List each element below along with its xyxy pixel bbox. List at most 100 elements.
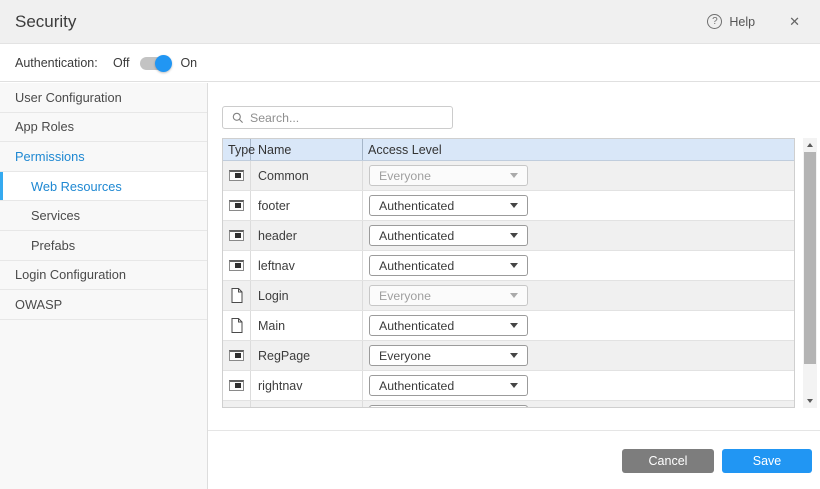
table-row-partial	[223, 401, 794, 408]
access-level-select[interactable]: Everyone	[369, 345, 528, 366]
triangle-up-icon	[807, 143, 813, 147]
sidebar-item-owasp[interactable]: OWASP	[0, 290, 207, 320]
access-level-value: Authenticated	[379, 259, 454, 273]
access-level-select[interactable]: Authenticated	[369, 315, 528, 336]
sidebar-item-label: OWASP	[15, 297, 62, 312]
table-row: Login Everyone	[223, 281, 794, 311]
access-cell: Everyone	[363, 341, 794, 370]
chevron-down-icon	[510, 323, 518, 328]
sidebar-item-web-resources[interactable]: Web Resources	[0, 172, 207, 202]
help-icon[interactable]: ?	[707, 14, 722, 29]
resource-name	[251, 401, 363, 408]
chevron-down-icon	[510, 383, 518, 388]
search-box	[222, 106, 453, 129]
footer-buttons: Cancel Save	[622, 449, 812, 473]
type-cell	[223, 371, 251, 400]
table-row: header Authenticated	[223, 221, 794, 251]
column-header-access-level: Access Level	[363, 139, 794, 160]
chevron-down-icon	[510, 263, 518, 268]
access-level-select[interactable]: Everyone	[369, 165, 528, 186]
access-level-value: Everyone	[379, 349, 431, 363]
access-level-select[interactable]	[369, 405, 528, 408]
topbar-actions: ? Help ✕	[707, 14, 800, 30]
access-cell: Authenticated	[363, 251, 794, 280]
access-level-value: Authenticated	[379, 199, 454, 213]
sidebar-item-label: User Configuration	[15, 90, 122, 105]
partial-icon	[229, 200, 244, 211]
resource-name: header	[251, 221, 363, 250]
type-cell	[223, 161, 251, 190]
partial-icon	[229, 170, 244, 181]
table-row: Main Authenticated	[223, 311, 794, 341]
sidebar-item-label: Login Configuration	[15, 267, 126, 282]
type-cell	[223, 281, 251, 310]
sidebar-item-label: Prefabs	[31, 238, 75, 253]
body-area: User Configuration App Roles Permissions…	[0, 83, 820, 489]
help-link[interactable]: Help	[729, 15, 755, 29]
sidebar-item-app-roles[interactable]: App Roles	[0, 113, 207, 143]
type-cell	[223, 221, 251, 250]
scroll-down-button[interactable]	[803, 395, 817, 407]
page-title: Security	[15, 12, 76, 32]
partial-icon	[229, 260, 244, 271]
access-level-select[interactable]: Everyone	[369, 285, 528, 306]
sidebar-item-prefabs[interactable]: Prefabs	[0, 231, 207, 261]
authentication-toggle[interactable]	[140, 57, 167, 70]
column-header-type: Type	[223, 139, 251, 160]
sidebar-item-label: Web Resources	[31, 179, 122, 194]
access-level-select[interactable]: Authenticated	[369, 375, 528, 396]
resource-name: footer	[251, 191, 363, 220]
toggle-knob	[155, 55, 172, 72]
type-cell	[223, 191, 251, 220]
access-level-value: Authenticated	[379, 319, 454, 333]
access-level-select[interactable]: Authenticated	[369, 255, 528, 276]
page-icon	[231, 318, 243, 333]
access-level-select[interactable]: Authenticated	[369, 195, 528, 216]
table-row: leftnav Authenticated	[223, 251, 794, 281]
vertical-scrollbar[interactable]	[803, 138, 817, 408]
access-level-select[interactable]: Authenticated	[369, 225, 528, 246]
chevron-down-icon	[510, 233, 518, 238]
type-cell	[223, 341, 251, 370]
table-row: RegPage Everyone	[223, 341, 794, 371]
sidebar-item-login-configuration[interactable]: Login Configuration	[0, 261, 207, 291]
chevron-down-icon	[510, 293, 518, 298]
main-panel: Type Name Access Level Common Everyone f…	[208, 83, 820, 489]
partial-icon	[229, 350, 244, 361]
resource-name: Login	[251, 281, 363, 310]
sidebar: User Configuration App Roles Permissions…	[0, 83, 208, 489]
resources-table: Type Name Access Level Common Everyone f…	[222, 138, 795, 408]
type-cell	[223, 311, 251, 340]
toggle-on-label: On	[180, 56, 197, 70]
resource-name: rightnav	[251, 371, 363, 400]
search-icon	[232, 112, 244, 124]
authentication-label: Authentication:	[15, 56, 98, 70]
access-cell: Everyone	[363, 281, 794, 310]
scrollbar-thumb[interactable]	[804, 152, 816, 364]
table-row: rightnav Authenticated	[223, 371, 794, 401]
table-row: footer Authenticated	[223, 191, 794, 221]
type-cell	[223, 401, 251, 408]
access-level-value: Authenticated	[379, 379, 454, 393]
cancel-button[interactable]: Cancel	[622, 449, 714, 473]
footer-divider	[208, 430, 820, 431]
type-cell	[223, 251, 251, 280]
sidebar-item-user-configuration[interactable]: User Configuration	[0, 83, 207, 113]
scroll-up-button[interactable]	[803, 139, 817, 151]
toggle-off-label: Off	[113, 56, 129, 70]
sidebar-item-services[interactable]: Services	[0, 201, 207, 231]
sidebar-item-label: App Roles	[15, 119, 74, 134]
resource-name: RegPage	[251, 341, 363, 370]
access-level-value: Everyone	[379, 169, 431, 183]
partial-icon	[229, 380, 244, 391]
page-icon	[231, 288, 243, 303]
partial-icon	[229, 230, 244, 241]
resource-name: Common	[251, 161, 363, 190]
search-input[interactable]	[250, 107, 452, 128]
access-cell: Authenticated	[363, 221, 794, 250]
access-cell: Authenticated	[363, 371, 794, 400]
close-icon[interactable]: ✕	[789, 14, 800, 30]
sidebar-item-permissions[interactable]: Permissions	[0, 142, 207, 172]
triangle-down-icon	[807, 399, 813, 403]
save-button[interactable]: Save	[722, 449, 812, 473]
